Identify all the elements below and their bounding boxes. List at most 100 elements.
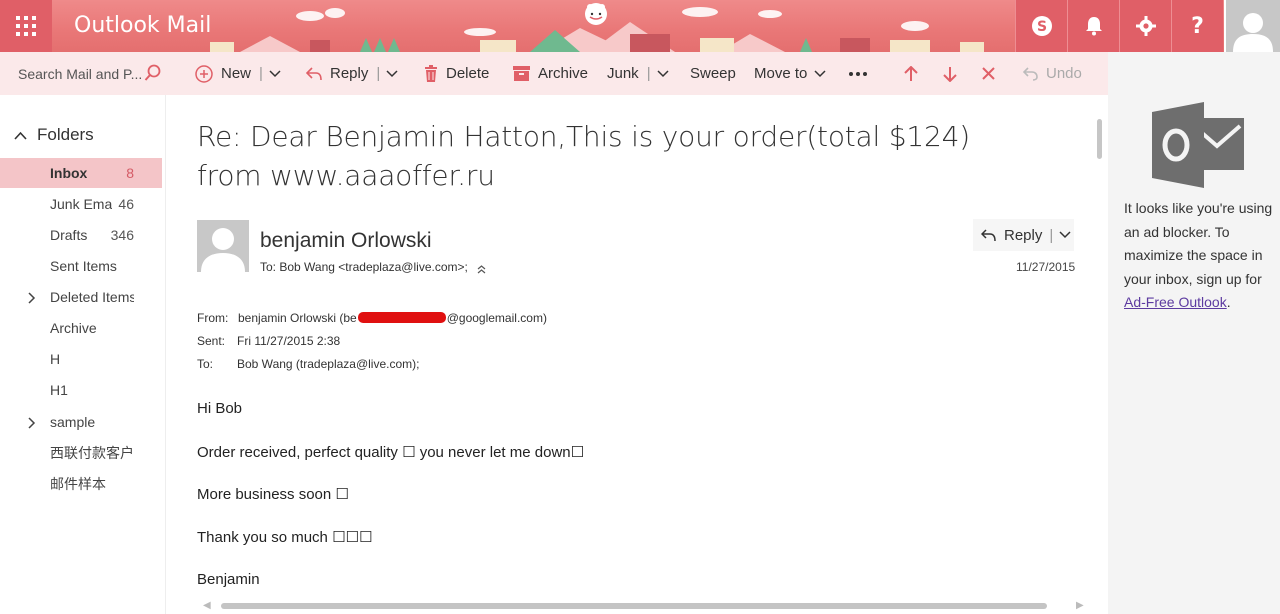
folder-item-sent-items[interactable]: Sent Items — [0, 251, 162, 281]
command-bar: Search Mail and P... New | Reply | Delet… — [0, 52, 1108, 95]
folder-name: Drafts — [50, 227, 88, 243]
gear-icon[interactable] — [1119, 0, 1171, 52]
junk-button[interactable]: Junk | — [607, 52, 677, 95]
reply-label: Reply — [330, 65, 369, 82]
arrow-down-icon[interactable] — [943, 52, 965, 95]
scroll-left-arrow[interactable]: ◀ — [203, 600, 211, 611]
plus-circle-icon — [195, 64, 213, 83]
ad-pane: It looks like you're using an ad blocker… — [1108, 52, 1280, 614]
search-icon[interactable] — [144, 64, 162, 82]
reply-label: Reply — [1004, 226, 1043, 244]
message-subject: Re: Dear Benjamin Hatton,This is your or… — [197, 120, 970, 192]
folder-name: 西联付款客户 — [50, 445, 134, 461]
arrow-up-icon[interactable] — [904, 52, 926, 95]
folder-name: Sent Items — [50, 258, 117, 274]
chevron-down-icon[interactable] — [269, 69, 281, 78]
app-launcher-icon[interactable] — [0, 0, 52, 52]
folder-name: H1 — [50, 382, 68, 398]
reply-icon — [306, 66, 322, 80]
search-input[interactable]: Search Mail and P... — [0, 52, 166, 95]
junk-label: Junk — [607, 65, 639, 82]
undo-button[interactable]: Undo — [1023, 52, 1082, 95]
sweep-button[interactable]: Sweep — [690, 52, 736, 95]
body-paragraph: Thank you so much ☐☐☐ — [197, 529, 373, 546]
item-count: 346 — [110, 227, 134, 243]
chevron-down-icon — [814, 69, 826, 77]
recipient-text[interactable]: To: Bob Wang <tradeplaza@live.com>; — [260, 260, 468, 274]
folder-name: Junk Ema — [50, 196, 113, 212]
ad-blocker-text: It looks like you're using an ad blocker… — [1124, 200, 1273, 287]
skype-icon[interactable]: S — [1015, 0, 1067, 52]
sent-value: Fri 11/27/2015 2:38 — [237, 334, 341, 348]
to-label: To: — [197, 357, 214, 371]
svg-text:S: S — [1036, 19, 1046, 35]
chevron-double-up-icon[interactable] — [477, 264, 486, 274]
move-to-button[interactable]: Move to — [754, 52, 834, 95]
unread-count: 8 — [126, 165, 134, 181]
folder-item-mail-samples[interactable]: 邮件样本 — [0, 469, 162, 499]
delete-button[interactable]: Delete — [424, 52, 489, 95]
close-icon[interactable] — [982, 52, 1003, 95]
recipient-line: To: Bob Wang <tradeplaza@live.com>; — [260, 260, 486, 274]
chevron-down-icon[interactable] — [657, 69, 669, 78]
bell-icon[interactable] — [1067, 0, 1119, 52]
more-options-icon[interactable] — [849, 52, 875, 95]
from-name: benjamin Orlowski (be — [238, 311, 357, 325]
archive-button[interactable]: Archive — [513, 52, 588, 95]
sweep-label: Sweep — [690, 65, 736, 82]
body-paragraph: Hi Bob — [197, 400, 243, 417]
search-placeholder: Search Mail and P... — [18, 65, 142, 82]
outlook-logo-icon — [1152, 102, 1244, 188]
to-value: Bob Wang (tradeplaza@live.com); — [237, 357, 420, 371]
new-button[interactable]: New | — [195, 52, 289, 95]
body-paragraph: Benjamin — [197, 571, 260, 588]
folder-item-junk-email[interactable]: Junk Ema 46 — [0, 189, 162, 219]
undo-icon — [1023, 66, 1038, 81]
delete-label: Delete — [446, 65, 490, 82]
move-to-label: Move to — [754, 65, 808, 82]
chevron-up-icon — [14, 131, 27, 140]
from-label: From: — [197, 311, 229, 325]
scroll-right-arrow[interactable]: ▶ — [1076, 600, 1084, 611]
ad-free-outlook-link[interactable]: Ad-Free Outlook — [1124, 294, 1227, 310]
body-paragraph: More business soon ☐ — [197, 486, 349, 503]
redaction-mark — [357, 312, 446, 323]
folder-item-western-union-clients[interactable]: 西联付款客户 — [0, 438, 162, 468]
sender-name[interactable]: benjamin Orlowski — [260, 229, 432, 253]
folder-item-archive[interactable]: Archive — [0, 313, 162, 343]
folders-header[interactable]: Folders — [14, 125, 94, 145]
folder-item-h1[interactable]: H1 — [0, 375, 162, 405]
header-theme-illustration — [210, 3, 984, 52]
sender-avatar — [197, 220, 249, 272]
chevron-down-icon[interactable] — [1059, 231, 1071, 239]
top-header: Outlook Mail S ? — [0, 0, 1280, 52]
chevron-right-icon[interactable] — [28, 292, 36, 304]
user-avatar-icon[interactable] — [1224, 0, 1280, 52]
archive-icon — [513, 66, 530, 81]
item-count: 46 — [118, 196, 134, 212]
chevron-down-icon[interactable] — [386, 69, 398, 78]
reading-pane: Re: Dear Benjamin Hatton,This is your or… — [166, 95, 1108, 614]
sent-label: Sent: — [197, 334, 226, 348]
ad-period: . — [1226, 294, 1231, 310]
folder-name: Deleted Items — [50, 289, 134, 305]
folder-name: Archive — [50, 320, 97, 336]
folder-name: H — [50, 351, 61, 367]
folder-item-deleted-items[interactable]: Deleted Items — [0, 282, 162, 312]
message-date: 11/27/2015 — [1016, 260, 1076, 274]
horizontal-scrollbar[interactable] — [221, 603, 1047, 609]
from-value: benjamin Orlowski (be @googlemail.com) — [238, 311, 547, 325]
folder-item-h[interactable]: H — [0, 344, 162, 374]
vertical-scrollbar-thumb[interactable] — [1097, 119, 1102, 159]
folder-item-drafts[interactable]: Drafts 346 — [0, 220, 162, 250]
chevron-right-icon[interactable] — [28, 417, 36, 429]
folder-name: 邮件样本 — [50, 476, 106, 492]
reply-icon — [981, 228, 996, 241]
help-icon[interactable]: ? — [1171, 0, 1223, 52]
folder-pane: Folders Inbox 8 Junk Ema 46 Drafts 346 S… — [0, 95, 166, 614]
folder-item-sample[interactable]: sample — [0, 407, 162, 437]
reply-button[interactable]: Reply | — [306, 52, 406, 95]
reply-button[interactable]: Reply | — [973, 219, 1074, 251]
folder-name: Inbox — [50, 165, 88, 181]
folder-item-inbox[interactable]: Inbox 8 — [0, 158, 162, 188]
